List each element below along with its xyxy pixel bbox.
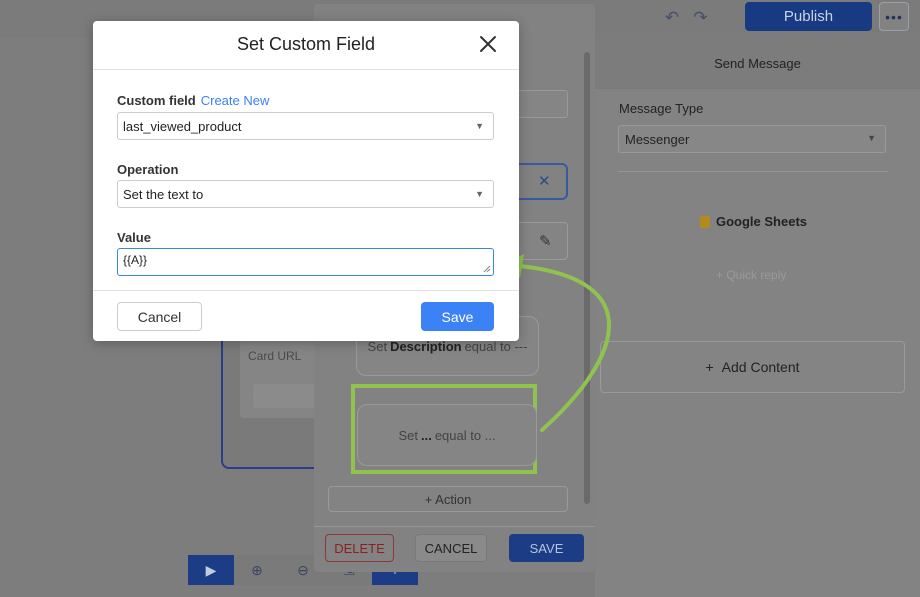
value-label: Value — [117, 230, 151, 245]
chevron-down-icon: ▼ — [475, 189, 484, 199]
dialog-title: Set Custom Field — [236, 34, 376, 54]
message-type-label: Message Type — [619, 101, 704, 116]
actions-panel-scrollbar[interactable] — [584, 52, 590, 504]
add-action-button[interactable]: + Action — [328, 486, 568, 512]
plus-icon: + — [705, 359, 714, 375]
actions-save-button[interactable]: SAVE — [509, 534, 584, 562]
zoom-in-icon[interactable]: ⊕ — [234, 555, 280, 585]
more-options-button[interactable]: ••• — [879, 2, 909, 31]
delete-button[interactable]: DELETE — [325, 534, 394, 562]
play-icon[interactable]: ▶ — [188, 555, 234, 585]
remove-icon[interactable]: ✕ — [538, 172, 551, 190]
quick-reply-button[interactable]: + Quick reply — [716, 268, 786, 282]
google-sheets-icon — [700, 215, 710, 228]
actions-footer-divider — [314, 526, 595, 527]
redo-icon[interactable]: ↷ — [693, 8, 707, 28]
close-icon[interactable] — [477, 33, 499, 55]
action-prefix: Set — [398, 427, 418, 443]
action-field: ... — [420, 427, 432, 443]
add-content-button[interactable]: + Add Content — [600, 341, 905, 393]
value-input[interactable]: {{A}} — [117, 248, 494, 276]
action-suffix: equal to ... — [434, 427, 496, 443]
custom-field-value: last_viewed_product — [123, 119, 242, 134]
card-url-label: Card URL — [248, 349, 302, 363]
message-type-value: Messenger — [625, 132, 690, 147]
operation-label: Operation — [117, 162, 179, 177]
action-card-empty[interactable]: Set ... equal to ... — [357, 404, 537, 466]
panel-title: Send Message — [595, 38, 920, 89]
dialog-header: Set Custom Field — [93, 21, 519, 70]
custom-field-select[interactable]: last_viewed_product ▼ — [117, 112, 494, 140]
operation-select[interactable]: Set the text to ▼ — [117, 180, 494, 208]
message-type-select[interactable]: Messenger ▼ — [618, 125, 886, 153]
chevron-down-icon: ▼ — [867, 133, 876, 143]
set-custom-field-dialog: Set Custom Field Custom field Create New … — [93, 21, 519, 341]
save-button[interactable]: Save — [421, 302, 494, 331]
undo-redo-group: ↶ ↷ — [665, 8, 708, 28]
panel-divider — [618, 171, 888, 172]
undo-icon[interactable]: ↶ — [665, 8, 679, 28]
dialog-footer-divider — [93, 290, 519, 291]
cancel-button[interactable]: Cancel — [117, 302, 202, 331]
actions-cancel-button[interactable]: CANCEL — [415, 534, 487, 562]
value-text: {{A}} — [123, 253, 148, 267]
send-message-panel — [595, 38, 920, 597]
operation-value: Set the text to — [123, 187, 204, 202]
resize-handle-icon[interactable] — [483, 265, 491, 273]
pencil-icon[interactable]: ✎ — [539, 232, 552, 250]
create-new-link[interactable]: Create New — [201, 93, 270, 108]
add-content-label: Add Content — [721, 359, 800, 375]
custom-field-label: Custom field Create New — [117, 93, 269, 108]
publish-button[interactable]: Publish — [745, 2, 872, 31]
google-sheets-label: Google Sheets — [716, 214, 808, 229]
custom-field-label-text: Custom field — [117, 93, 196, 108]
chevron-down-icon: ▼ — [475, 121, 484, 131]
google-sheets-item[interactable]: Google Sheets — [700, 214, 807, 229]
